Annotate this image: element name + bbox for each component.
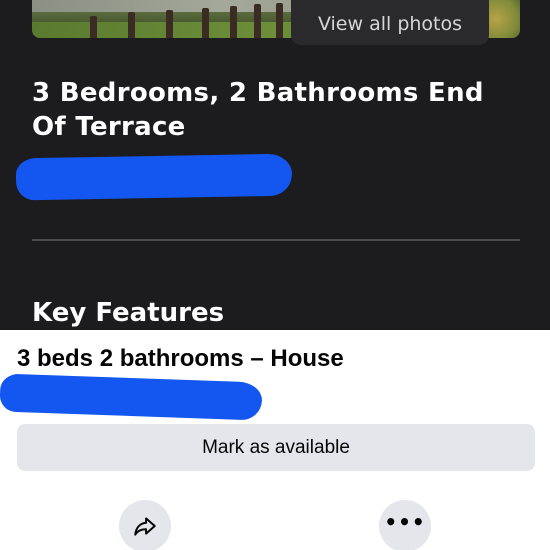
photo-fence-post xyxy=(202,8,209,38)
photo-fence-post xyxy=(276,3,283,38)
photo-fence-post xyxy=(90,16,97,38)
view-all-photos-button[interactable]: View all photos xyxy=(291,0,489,45)
more-dots-icon: ••• xyxy=(384,510,426,534)
mark-as-available-button[interactable]: Mark as available xyxy=(17,424,535,471)
more-options-button[interactable]: ••• xyxy=(379,500,431,550)
listing-title: 3 Bedrooms, 2 Bathrooms End Of Terrace xyxy=(32,78,484,142)
property-listing-panel: View all photos 3 Bedrooms, 2 Bathrooms … xyxy=(0,0,550,330)
redacted-price-scribble xyxy=(15,153,293,201)
view-all-photos-label: View all photos xyxy=(317,12,463,35)
mark-as-available-label: Mark as available xyxy=(202,436,350,458)
share-button[interactable] xyxy=(119,500,171,550)
photo-fence-post xyxy=(128,12,135,38)
photo-fence-post xyxy=(254,4,261,38)
marketplace-item-sheet: 3 beds 2 bathrooms – House Mark as avail… xyxy=(0,330,550,550)
key-features-heading: Key Features xyxy=(32,298,225,328)
share-arrow-icon xyxy=(134,517,156,536)
photo-fence-post xyxy=(230,6,237,38)
item-title: 3 beds 2 bathrooms – House xyxy=(17,345,344,372)
section-divider xyxy=(32,239,520,241)
photo-fence-post xyxy=(166,10,173,38)
redacted-price-scribble xyxy=(0,373,263,421)
